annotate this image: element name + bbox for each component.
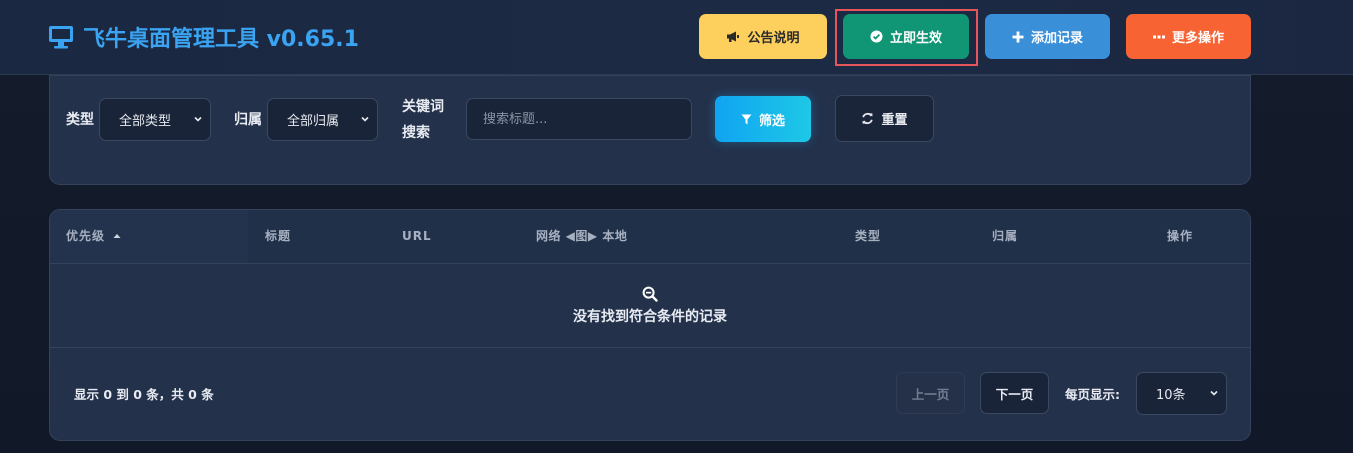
type-filter-label: 类型	[66, 112, 94, 128]
plus-icon	[1012, 31, 1024, 42]
filter-button[interactable]: 筛选	[715, 96, 811, 142]
add-record-button-label: 添加记录	[1030, 31, 1083, 46]
chevron-down-icon	[194, 116, 202, 122]
notice-button-label: 公告说明	[747, 31, 800, 46]
records-table: 优先级 标题 URL 网络 ◀图▶ 本地 类型 归属 操作 没有找到符合条件的记…	[49, 209, 1251, 441]
reset-button-label: 重置	[881, 113, 908, 128]
app-header: 飞牛桌面管理工具 v0.65.1 公告说明 立即生效 添加记录 更多操作	[0, 0, 1353, 75]
per-page-value: 10条	[1156, 388, 1186, 403]
add-record-button[interactable]: 添加记录	[985, 14, 1110, 59]
column-header-priority[interactable]: 优先级	[66, 210, 121, 263]
column-header-network[interactable]: 网络 ◀图▶ 本地	[536, 210, 627, 263]
keyword-search-input[interactable]	[466, 98, 692, 140]
filter-button-label: 筛选	[758, 113, 785, 129]
app-title-text: 飞牛桌面管理工具 v0.65.1	[83, 27, 359, 52]
record-summary: 显示 0 到 0 条，共 0 条	[74, 387, 214, 402]
apply-button-label: 立即生效	[889, 31, 942, 46]
app-title: 飞牛桌面管理工具 v0.65.1	[48, 22, 359, 52]
table-header: 优先级 标题 URL 网络 ◀图▶ 本地 类型 归属 操作	[50, 210, 1250, 264]
notice-button[interactable]: 公告说明	[699, 14, 827, 59]
type-filter-value: 全部类型	[119, 114, 172, 129]
per-page-label: 每页显示:	[1065, 387, 1120, 402]
reset-button[interactable]: 重置	[835, 95, 934, 142]
search-minus-icon	[642, 286, 658, 302]
column-header-actions: 操作	[1167, 229, 1194, 243]
column-header-priority-label: 优先级	[66, 229, 106, 243]
type-filter-select[interactable]: 全部类型	[99, 98, 211, 141]
per-page-select[interactable]: 10条	[1136, 372, 1227, 415]
keyword-label-line2: 搜索	[402, 125, 430, 141]
column-header-type[interactable]: 类型	[855, 210, 881, 263]
more-actions-button-label: 更多操作	[1171, 31, 1224, 46]
check-circle-icon	[870, 30, 883, 43]
keyword-label-line1: 关键词	[402, 99, 444, 115]
sort-up-icon	[113, 234, 121, 238]
column-header-url[interactable]: URL	[402, 210, 432, 263]
empty-message: 没有找到符合条件的记录	[573, 308, 727, 325]
empty-state: 没有找到符合条件的记录	[50, 264, 1250, 348]
filter-panel: 类型 全部类型 归属 全部归属 关键词 搜索 筛选 重置	[49, 75, 1251, 185]
next-page-button[interactable]: 下一页	[980, 372, 1049, 414]
chevron-down-icon	[1210, 390, 1218, 396]
refresh-icon	[862, 112, 874, 125]
monitor-icon	[49, 26, 73, 49]
apply-button[interactable]: 立即生效	[843, 14, 969, 59]
owner-filter-label: 归属	[234, 112, 262, 128]
owner-filter-select[interactable]: 全部归属	[267, 98, 378, 141]
column-header-owner[interactable]: 归属	[992, 210, 1018, 263]
megaphone-icon	[727, 31, 740, 42]
pagination-bar: 显示 0 到 0 条，共 0 条 上一页 下一页 每页显示: 10条	[50, 348, 1250, 440]
ellipsis-icon	[1152, 35, 1165, 38]
prev-page-button[interactable]: 上一页	[896, 372, 965, 414]
chevron-down-icon	[361, 116, 369, 122]
column-header-title[interactable]: 标题	[265, 210, 291, 263]
funnel-icon	[741, 114, 752, 124]
more-actions-button[interactable]: 更多操作	[1126, 14, 1251, 59]
owner-filter-value: 全部归属	[287, 114, 340, 129]
